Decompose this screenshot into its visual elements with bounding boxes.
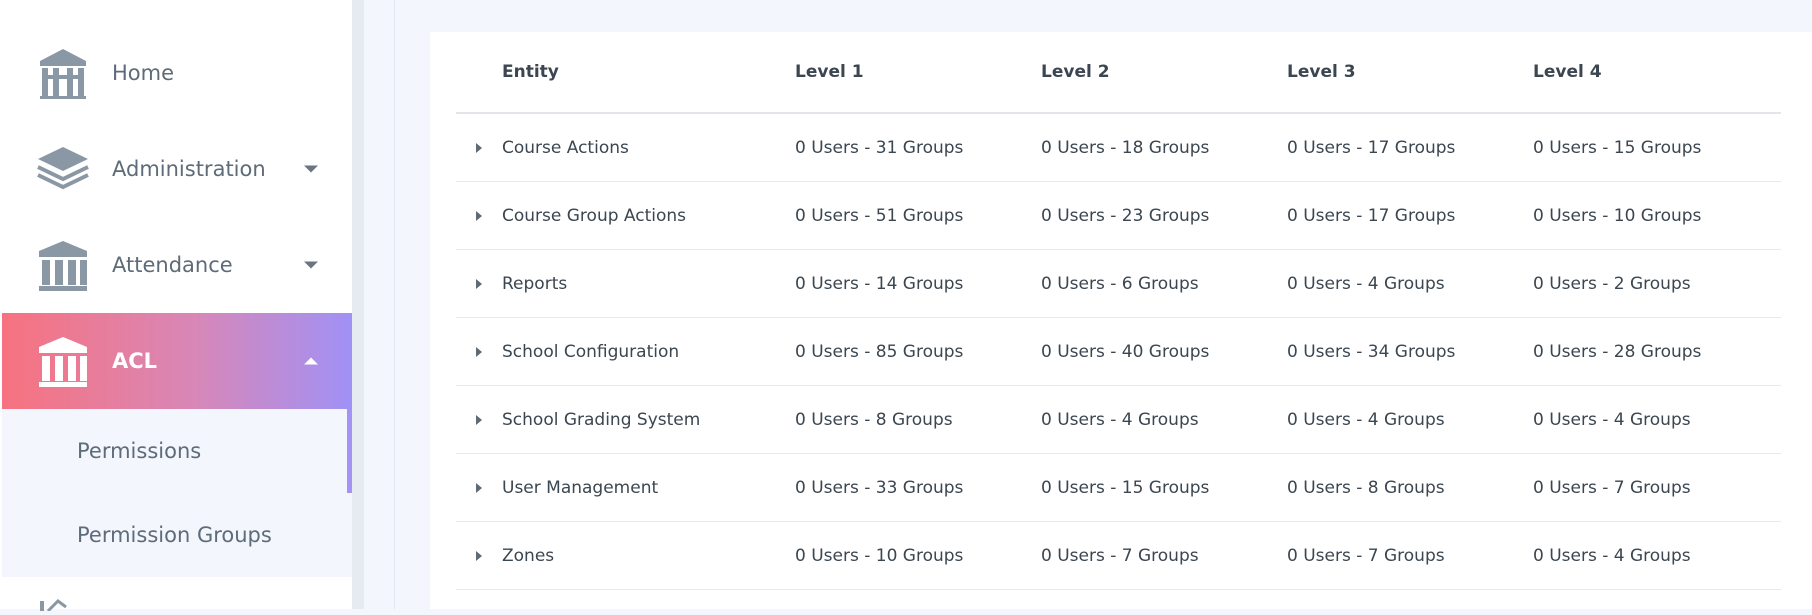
level-4-cell: 0 Users - 15 Groups <box>1533 113 1781 182</box>
chevron-down-icon <box>304 261 318 269</box>
level-1-cell: 0 Users - 14 Groups <box>795 249 1041 318</box>
table-row[interactable]: Zones 0 Users - 10 Groups 0 Users - 7 Gr… <box>456 521 1781 590</box>
table-row[interactable]: School Configuration 0 Users - 85 Groups… <box>456 317 1781 386</box>
caret-right-icon[interactable] <box>476 142 482 153</box>
submenu-item-permissions[interactable]: Permissions <box>77 439 201 463</box>
level-3-cell: 0 Users - 34 Groups <box>1287 317 1533 386</box>
building-icon <box>36 47 90 99</box>
entity-cell: Course Group Actions <box>502 181 795 250</box>
permissions-card: Entity Level 1 Level 2 Level 3 Level 4 C… <box>430 32 1812 609</box>
level-3-cell: 0 Users - 8 Groups <box>1287 453 1533 522</box>
acl-submenu: Permissions Permission Groups <box>2 409 352 577</box>
sidebar-divider <box>364 0 395 609</box>
layers-icon <box>36 143 90 195</box>
caret-right-icon[interactable] <box>476 482 482 493</box>
level-2-cell: 0 Users - 15 Groups <box>1041 453 1287 522</box>
level-1-cell: 0 Users - 51 Groups <box>795 181 1041 250</box>
sidebar-item-administration[interactable]: Administration <box>2 121 352 217</box>
entity-cell: Reports <box>502 249 795 318</box>
caret-right-icon[interactable] <box>476 278 482 289</box>
level-3-cell: 0 Users - 4 Groups <box>1287 249 1533 318</box>
column-header-level-3: Level 3 <box>1287 32 1533 114</box>
chevron-up-icon <box>304 357 318 365</box>
level-1-cell: 0 Users - 33 Groups <box>795 453 1041 522</box>
sidebar-item-label: Home <box>112 61 175 85</box>
expand-toggle[interactable] <box>456 113 502 182</box>
level-4-cell: 0 Users - 2 Groups <box>1533 249 1781 318</box>
chevron-down-icon <box>304 165 318 173</box>
level-4-cell: 0 Users - 28 Groups <box>1533 317 1781 386</box>
entity-cell: School Grading System <box>502 385 795 454</box>
caret-right-icon[interactable] <box>476 550 482 561</box>
table-row[interactable]: Reports 0 Users - 14 Groups 0 Users - 6 … <box>456 249 1781 318</box>
entity-cell: Course Actions <box>502 113 795 182</box>
expand-toggle[interactable] <box>456 181 502 250</box>
level-3-cell: 0 Users - 17 Groups <box>1287 181 1533 250</box>
level-4-cell: 0 Users - 10 Groups <box>1533 181 1781 250</box>
level-4-cell: 0 Users - 4 Groups <box>1533 521 1781 590</box>
chart-icon <box>34 596 88 613</box>
level-2-cell: 0 Users - 6 Groups <box>1041 249 1287 318</box>
entity-cell: Zones <box>502 521 795 590</box>
entity-cell: School Configuration <box>502 317 795 386</box>
table-header-row: Entity Level 1 Level 2 Level 3 Level 4 <box>456 32 1781 114</box>
level-4-cell: 0 Users - 7 Groups <box>1533 453 1781 522</box>
level-4-cell: 0 Users - 4 Groups <box>1533 385 1781 454</box>
caret-right-icon[interactable] <box>476 346 482 357</box>
level-1-cell: 0 Users - 85 Groups <box>795 317 1041 386</box>
institution-icon <box>36 239 90 291</box>
sidebar-item-label: Administration <box>112 157 266 181</box>
level-2-cell: 0 Users - 23 Groups <box>1041 181 1287 250</box>
sidebar-item-label: Attendance <box>112 253 233 277</box>
level-1-cell: 0 Users - 8 Groups <box>795 385 1041 454</box>
table-row[interactable]: Course Group Actions 0 Users - 51 Groups… <box>456 181 1781 250</box>
permissions-table: Entity Level 1 Level 2 Level 3 Level 4 C… <box>456 32 1781 590</box>
table-row[interactable]: Course Actions 0 Users - 31 Groups 0 Use… <box>456 113 1781 182</box>
expand-toggle[interactable] <box>456 317 502 386</box>
entity-cell: User Management <box>502 453 795 522</box>
institution-icon <box>36 335 90 387</box>
level-2-cell: 0 Users - 7 Groups <box>1041 521 1287 590</box>
expand-toggle[interactable] <box>456 453 502 522</box>
level-2-cell: 0 Users - 4 Groups <box>1041 385 1287 454</box>
level-3-cell: 0 Users - 4 Groups <box>1287 385 1533 454</box>
sidebar: Home Administration Attendance ACL Permi… <box>0 0 352 613</box>
level-2-cell: 0 Users - 40 Groups <box>1041 317 1287 386</box>
sidebar-item-attendance[interactable]: Attendance <box>2 217 352 313</box>
level-1-cell: 0 Users - 31 Groups <box>795 113 1041 182</box>
expand-toggle[interactable] <box>456 249 502 318</box>
level-2-cell: 0 Users - 18 Groups <box>1041 113 1287 182</box>
level-3-cell: 0 Users - 7 Groups <box>1287 521 1533 590</box>
caret-right-icon[interactable] <box>476 414 482 425</box>
level-1-cell: 0 Users - 10 Groups <box>795 521 1041 590</box>
sidebar-item-label: ACL <box>112 349 158 373</box>
submenu-item-permission-groups[interactable]: Permission Groups <box>77 523 272 547</box>
expand-toggle[interactable] <box>456 521 502 590</box>
column-header-level-2: Level 2 <box>1041 32 1287 114</box>
table-row[interactable]: User Management 0 Users - 33 Groups 0 Us… <box>456 453 1781 522</box>
expand-toggle[interactable] <box>456 385 502 454</box>
column-header-entity: Entity <box>502 32 795 114</box>
sidebar-item-home[interactable]: Home <box>2 25 352 121</box>
expand-column-header <box>456 32 502 114</box>
caret-right-icon[interactable] <box>476 210 482 221</box>
column-header-level-4: Level 4 <box>1533 32 1781 114</box>
level-3-cell: 0 Users - 17 Groups <box>1287 113 1533 182</box>
sidebar-item-acl[interactable]: ACL <box>2 313 352 409</box>
column-header-level-1: Level 1 <box>795 32 1041 114</box>
sidebar-scrollbar[interactable] <box>352 0 364 609</box>
table-row[interactable]: School Grading System 0 Users - 8 Groups… <box>456 385 1781 454</box>
